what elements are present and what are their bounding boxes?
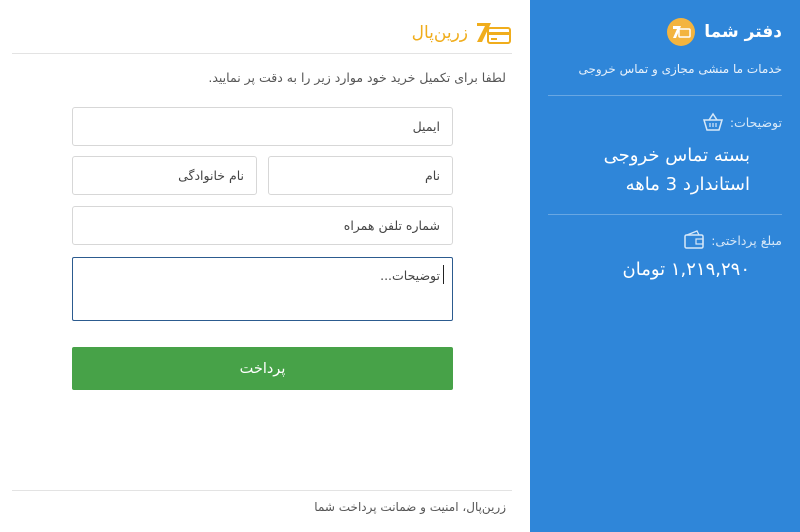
merchant-name: دفتر شما [704, 22, 782, 42]
sidebar-divider [548, 214, 782, 215]
first-name-input[interactable] [269, 157, 452, 194]
email-field[interactable] [72, 107, 453, 146]
description-label-row: توضیحات: [702, 112, 782, 132]
product-name: بسته تماس خروجی استاندارد 3 ماهه [550, 141, 750, 199]
description-field[interactable] [72, 257, 453, 321]
brand: زرین‌پال [412, 20, 512, 46]
form-intro-text: لطفا برای تکمیل خرید خود موارد زیر را به… [208, 70, 506, 85]
brand-name: زرین‌پال [411, 23, 468, 43]
first-name-field[interactable] [268, 156, 453, 195]
text-cursor [443, 265, 444, 284]
footer-text: زرین‌پال، امنیت و ضمانت پرداخت شما [314, 500, 506, 514]
order-summary-sidebar: دفتر شما خدمات ما منشی مجازی و تماس خروج… [530, 0, 800, 532]
last-name-input[interactable] [73, 157, 256, 194]
sidebar-divider [548, 95, 782, 96]
product-name-line1: بسته تماس خروجی [603, 145, 750, 166]
last-name-field[interactable] [72, 156, 257, 195]
amount-label: مبلغ پرداختی: [711, 232, 782, 248]
merchant-header: دفتر شما [666, 17, 782, 47]
phone-field[interactable] [72, 206, 453, 245]
brand-header: زرین‌پال [12, 10, 512, 54]
amount-label-row: مبلغ پرداختی: [683, 230, 782, 250]
merchant-description: خدمات ما منشی مجازی و تماس خروجی [578, 62, 782, 76]
product-name-line2: استاندارد 3 ماهه [625, 174, 750, 195]
merchant-logo-icon [667, 18, 696, 46]
description-textarea[interactable] [73, 258, 452, 320]
footer-divider [12, 490, 512, 491]
description-label: توضیحات: [729, 114, 782, 130]
email-input[interactable] [73, 108, 452, 145]
payment-amount: ۱,۲۱۹,۲۹۰ تومان [622, 259, 751, 280]
pay-button[interactable]: پرداخت [72, 347, 453, 390]
basket-icon [702, 112, 723, 131]
phone-input[interactable] [73, 207, 452, 244]
wallet-icon [684, 230, 704, 249]
payment-form-panel: زرین‌پال لطفا برای تکمیل خرید خود موارد … [0, 0, 530, 532]
zarinpal-logo-icon [477, 23, 511, 44]
